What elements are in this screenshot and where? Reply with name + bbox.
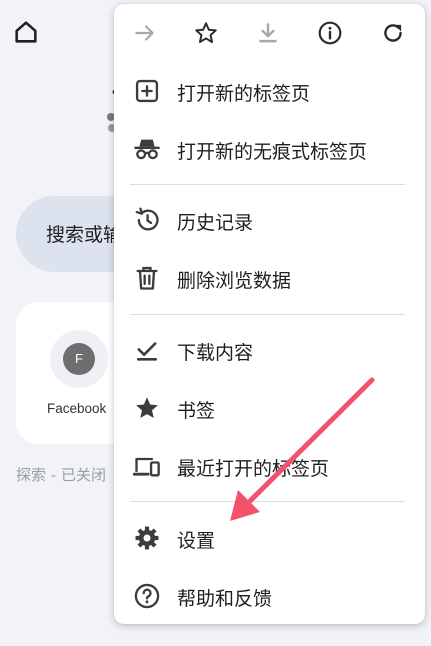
shortcut-facebook[interactable]: F <box>50 330 108 388</box>
menu-item-history[interactable]: 历史记录 <box>114 191 425 249</box>
menu-item-label: 打开新的无痕式标签页 <box>177 141 368 163</box>
menu-item-label: 书签 <box>177 400 216 422</box>
home-icon[interactable] <box>12 18 40 46</box>
menu-divider <box>130 314 405 315</box>
help-icon <box>133 582 161 610</box>
menu-item-label: 最近打开的标签页 <box>177 458 330 480</box>
menu-item-label: 下载内容 <box>177 342 254 364</box>
incognito-icon <box>133 135 161 163</box>
menu-item-incognito-tab[interactable]: 打开新的无痕式标签页 <box>114 120 425 178</box>
info-icon[interactable] <box>317 20 343 46</box>
menu-item-label: 删除浏览数据 <box>177 270 292 292</box>
menu-divider <box>130 501 405 502</box>
devices-icon <box>133 452 161 480</box>
menu-item-bookmarks[interactable]: 书签 <box>114 379 425 437</box>
new-tab-icon <box>133 77 161 105</box>
menu-item-downloads[interactable]: 下载内容 <box>114 321 425 379</box>
menu-item-clear-browsing-data[interactable]: 删除浏览数据 <box>114 249 425 307</box>
menu-item-settings[interactable]: 设置 <box>114 509 425 567</box>
menu-item-label: 打开新的标签页 <box>177 83 311 105</box>
download-icon <box>255 20 281 46</box>
trash-icon <box>133 264 161 292</box>
star-icon[interactable] <box>193 20 219 46</box>
refresh-icon[interactable] <box>380 20 406 46</box>
search-placeholder: 搜索或输 <box>46 224 123 246</box>
menu-toolbar <box>114 4 425 62</box>
forward-icon[interactable] <box>132 20 158 46</box>
history-icon <box>133 206 161 234</box>
menu-item-recent-tabs[interactable]: 最近打开的标签页 <box>114 437 425 495</box>
overflow-menu: 打开新的标签页 打开新的无痕式标签页 历史记录 删除浏览数据 下载内容 书签 最… <box>114 4 425 624</box>
shortcut-label: Facebook <box>47 401 107 416</box>
downloads-icon <box>133 336 161 364</box>
bookmark-star-icon <box>133 394 161 422</box>
settings-gear-icon <box>133 524 161 552</box>
menu-divider <box>130 184 405 185</box>
shortcut-avatar: F <box>63 343 95 375</box>
discover-status: 探索 - 已关闭 <box>16 466 106 484</box>
menu-item-label: 设置 <box>177 530 216 552</box>
menu-item-help-feedback[interactable]: 帮助和反馈 <box>114 567 425 625</box>
menu-item-label: 帮助和反馈 <box>177 588 273 610</box>
menu-item-label: 历史记录 <box>177 212 254 234</box>
menu-item-new-tab[interactable]: 打开新的标签页 <box>114 62 425 120</box>
